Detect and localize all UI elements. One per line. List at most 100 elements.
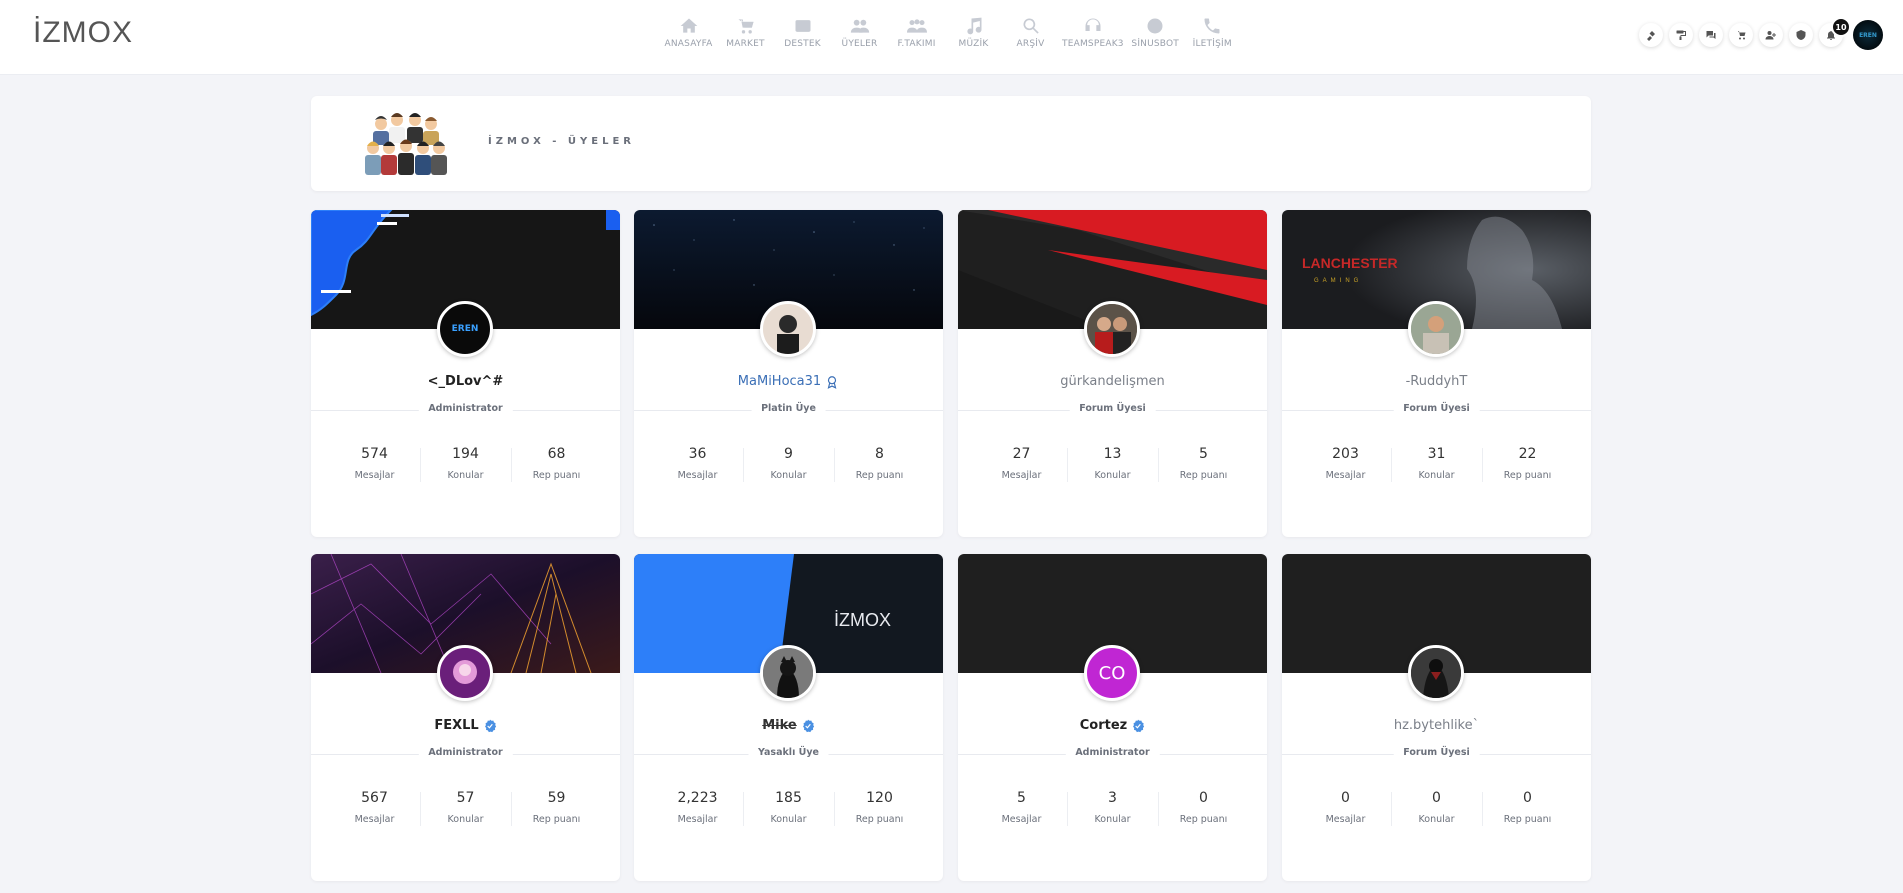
nav-item-team[interactable]: F.TAKIMI (888, 15, 945, 49)
stat-messages: 2,223 Mesajlar (652, 790, 743, 825)
member-avatar[interactable]: EREN (437, 301, 493, 357)
member-name[interactable]: Mike (634, 718, 943, 733)
stat-rep: 22 Rep puanı (1482, 446, 1573, 482)
stat-value: 9 (784, 446, 793, 462)
nav-item-market[interactable]: MARKET (717, 15, 774, 49)
member-name-text[interactable]: Mike (762, 718, 797, 733)
nav-item-music[interactable]: MÜZİK (945, 15, 1002, 49)
notification-count-badge: 10 (1831, 17, 1851, 37)
member-stats: 5 Mesajlar 3 Konular 0 Rep puanı (958, 790, 1267, 826)
page-title: İZMOX - ÜYELER (488, 136, 635, 147)
member-name-text[interactable]: MaMiHoca31 (738, 374, 821, 389)
member-role: Forum Üyesi (1393, 747, 1480, 758)
avatar-image (1411, 304, 1461, 354)
nav-label: ÜYELER (841, 39, 878, 49)
nav-item-teamspeak[interactable]: TEAMSPEAK3 (1059, 15, 1127, 49)
user-add-button[interactable] (1759, 23, 1783, 47)
shield-button[interactable] (1789, 23, 1813, 47)
nav-item-home[interactable]: ANASAYFA (660, 15, 717, 49)
member-card[interactable]: hz.bytehlike` Forum Üyesi 0 Mesajlar 0 Kon… (1282, 554, 1591, 881)
member-name[interactable]: FEXLL (311, 718, 620, 733)
stat-rep: 120 Rep puanı (834, 790, 925, 826)
member-role: Platin Üye (751, 403, 826, 414)
chat-icon (1706, 31, 1716, 39)
member-card[interactable]: MaMiHoca31 Platin Üye 36 Mesajlar 9 Konula… (634, 210, 943, 537)
member-name-text[interactable]: FEXLL (434, 718, 478, 733)
member-avatar[interactable] (760, 645, 816, 701)
member-stats: 567 Mesajlar 57 Konular 59 Rep puanı (311, 790, 620, 826)
member-card[interactable]: gürkandelişmen Forum Üyesi 27 Mesajlar 13… (958, 210, 1267, 537)
banner-logo-text: İZMOX (834, 610, 891, 630)
avatar-image (1411, 648, 1461, 698)
nav-item-sinusbot[interactable]: SİNUSBOT (1127, 15, 1184, 49)
cart-icon (736, 15, 756, 37)
nav-item-members[interactable]: ÜYELER (831, 15, 888, 49)
stat-value: 574 (361, 446, 388, 462)
member-avatar[interactable] (1408, 645, 1464, 701)
stat-label: Mesajlar (1325, 814, 1366, 825)
member-name[interactable]: -RuddyhT (1282, 374, 1591, 389)
stat-label: Konular (770, 814, 807, 825)
user-avatar[interactable]: EREN (1853, 20, 1883, 50)
site-logo[interactable]: İZMOX (33, 16, 133, 50)
member-avatar[interactable] (437, 645, 493, 701)
nav-item-contact[interactable]: İLETİŞİM (1184, 15, 1241, 49)
member-role: Administrator (418, 747, 513, 758)
member-name[interactable]: <_DLov^# (311, 374, 620, 389)
member-name-text[interactable]: hz.bytehlike` (1394, 718, 1479, 733)
member-name[interactable]: Cortez (958, 718, 1267, 733)
member-name-text[interactable]: -RuddyhT (1406, 374, 1468, 389)
verified-icon (1133, 719, 1145, 732)
member-card[interactable]: İZMOX Mike Yasaklı Üye 2,223 Mesajlar 185… (634, 554, 943, 881)
stat-label: Konular (1418, 814, 1455, 825)
member-avatar[interactable] (1084, 301, 1140, 357)
avatar-text: EREN (1859, 31, 1877, 39)
stat-rep: 0 Rep puanı (1482, 790, 1573, 826)
bot-icon (1145, 15, 1165, 37)
broom-button[interactable] (1639, 23, 1663, 47)
member-name[interactable]: gürkandelişmen (958, 374, 1267, 389)
member-card[interactable]: EREN <_DLov^# Administrator 574 Mesajlar … (311, 210, 620, 537)
member-card[interactable]: LANCHESTER GAMING -RuddyhT Forum Üyesi 2… (1282, 210, 1591, 537)
member-stats: 2,223 Mesajlar 185 Konular 120 Rep puanı (634, 790, 943, 826)
member-stats: 36 Mesajlar 9 Konular 8 Rep puanı (634, 446, 943, 482)
stat-messages: 203 Mesajlar (1300, 446, 1391, 481)
team-icon (906, 15, 927, 37)
music-icon (964, 15, 984, 37)
member-name-text[interactable]: <_DLov^# (428, 374, 504, 389)
avatar-image (1087, 304, 1137, 354)
member-role: Forum Üyesi (1069, 403, 1156, 414)
member-card[interactable]: FEXLL Administrator 567 Mesajlar 57 Konula… (311, 554, 620, 881)
stat-value: 27 (1012, 446, 1031, 462)
member-name-text[interactable]: Cortez (1080, 718, 1127, 733)
stat-value: 194 (452, 446, 479, 462)
paint-roller-button[interactable] (1669, 23, 1693, 47)
member-avatar[interactable] (760, 301, 816, 357)
stat-label: Rep puanı (1503, 470, 1552, 481)
nav-item-archive[interactable]: ARŞİV (1002, 15, 1059, 49)
nav-label: ARŞİV (1016, 39, 1045, 49)
stat-messages: 36 Mesajlar (652, 446, 743, 481)
stat-label: Rep puanı (855, 814, 904, 825)
stat-label: Konular (447, 814, 484, 825)
verified-icon (484, 719, 496, 732)
stat-label: Mesajlar (1325, 470, 1366, 481)
nav-item-support[interactable]: DESTEK (774, 15, 831, 49)
chat-button[interactable] (1699, 23, 1723, 47)
nav-label: MÜZİK (958, 39, 989, 49)
stat-label: Mesajlar (677, 814, 718, 825)
top-header: İZMOX ANASAYFA MARKET DESTEK ÜYELER F.TA… (0, 0, 1903, 75)
cart-button[interactable] (1729, 23, 1753, 47)
award-icon (827, 375, 837, 389)
stat-value: 57 (456, 790, 475, 806)
stat-value: 0 (1199, 790, 1208, 806)
member-name-text[interactable]: gürkandelişmen (1060, 374, 1165, 389)
member-avatar[interactable]: CO (1084, 645, 1140, 701)
main-nav: ANASAYFA MARKET DESTEK ÜYELER F.TAKIMI M… (660, 15, 1241, 49)
member-avatar[interactable] (1408, 301, 1464, 357)
notifications-button[interactable]: 10 (1819, 17, 1851, 47)
member-name[interactable]: hz.bytehlike` (1282, 718, 1591, 733)
member-name[interactable]: MaMiHoca31 (634, 374, 943, 389)
member-card[interactable]: CO Cortez Administrator 5 Mesajlar 3 Konul… (958, 554, 1267, 881)
stat-topics: 13 Konular (1067, 446, 1158, 482)
